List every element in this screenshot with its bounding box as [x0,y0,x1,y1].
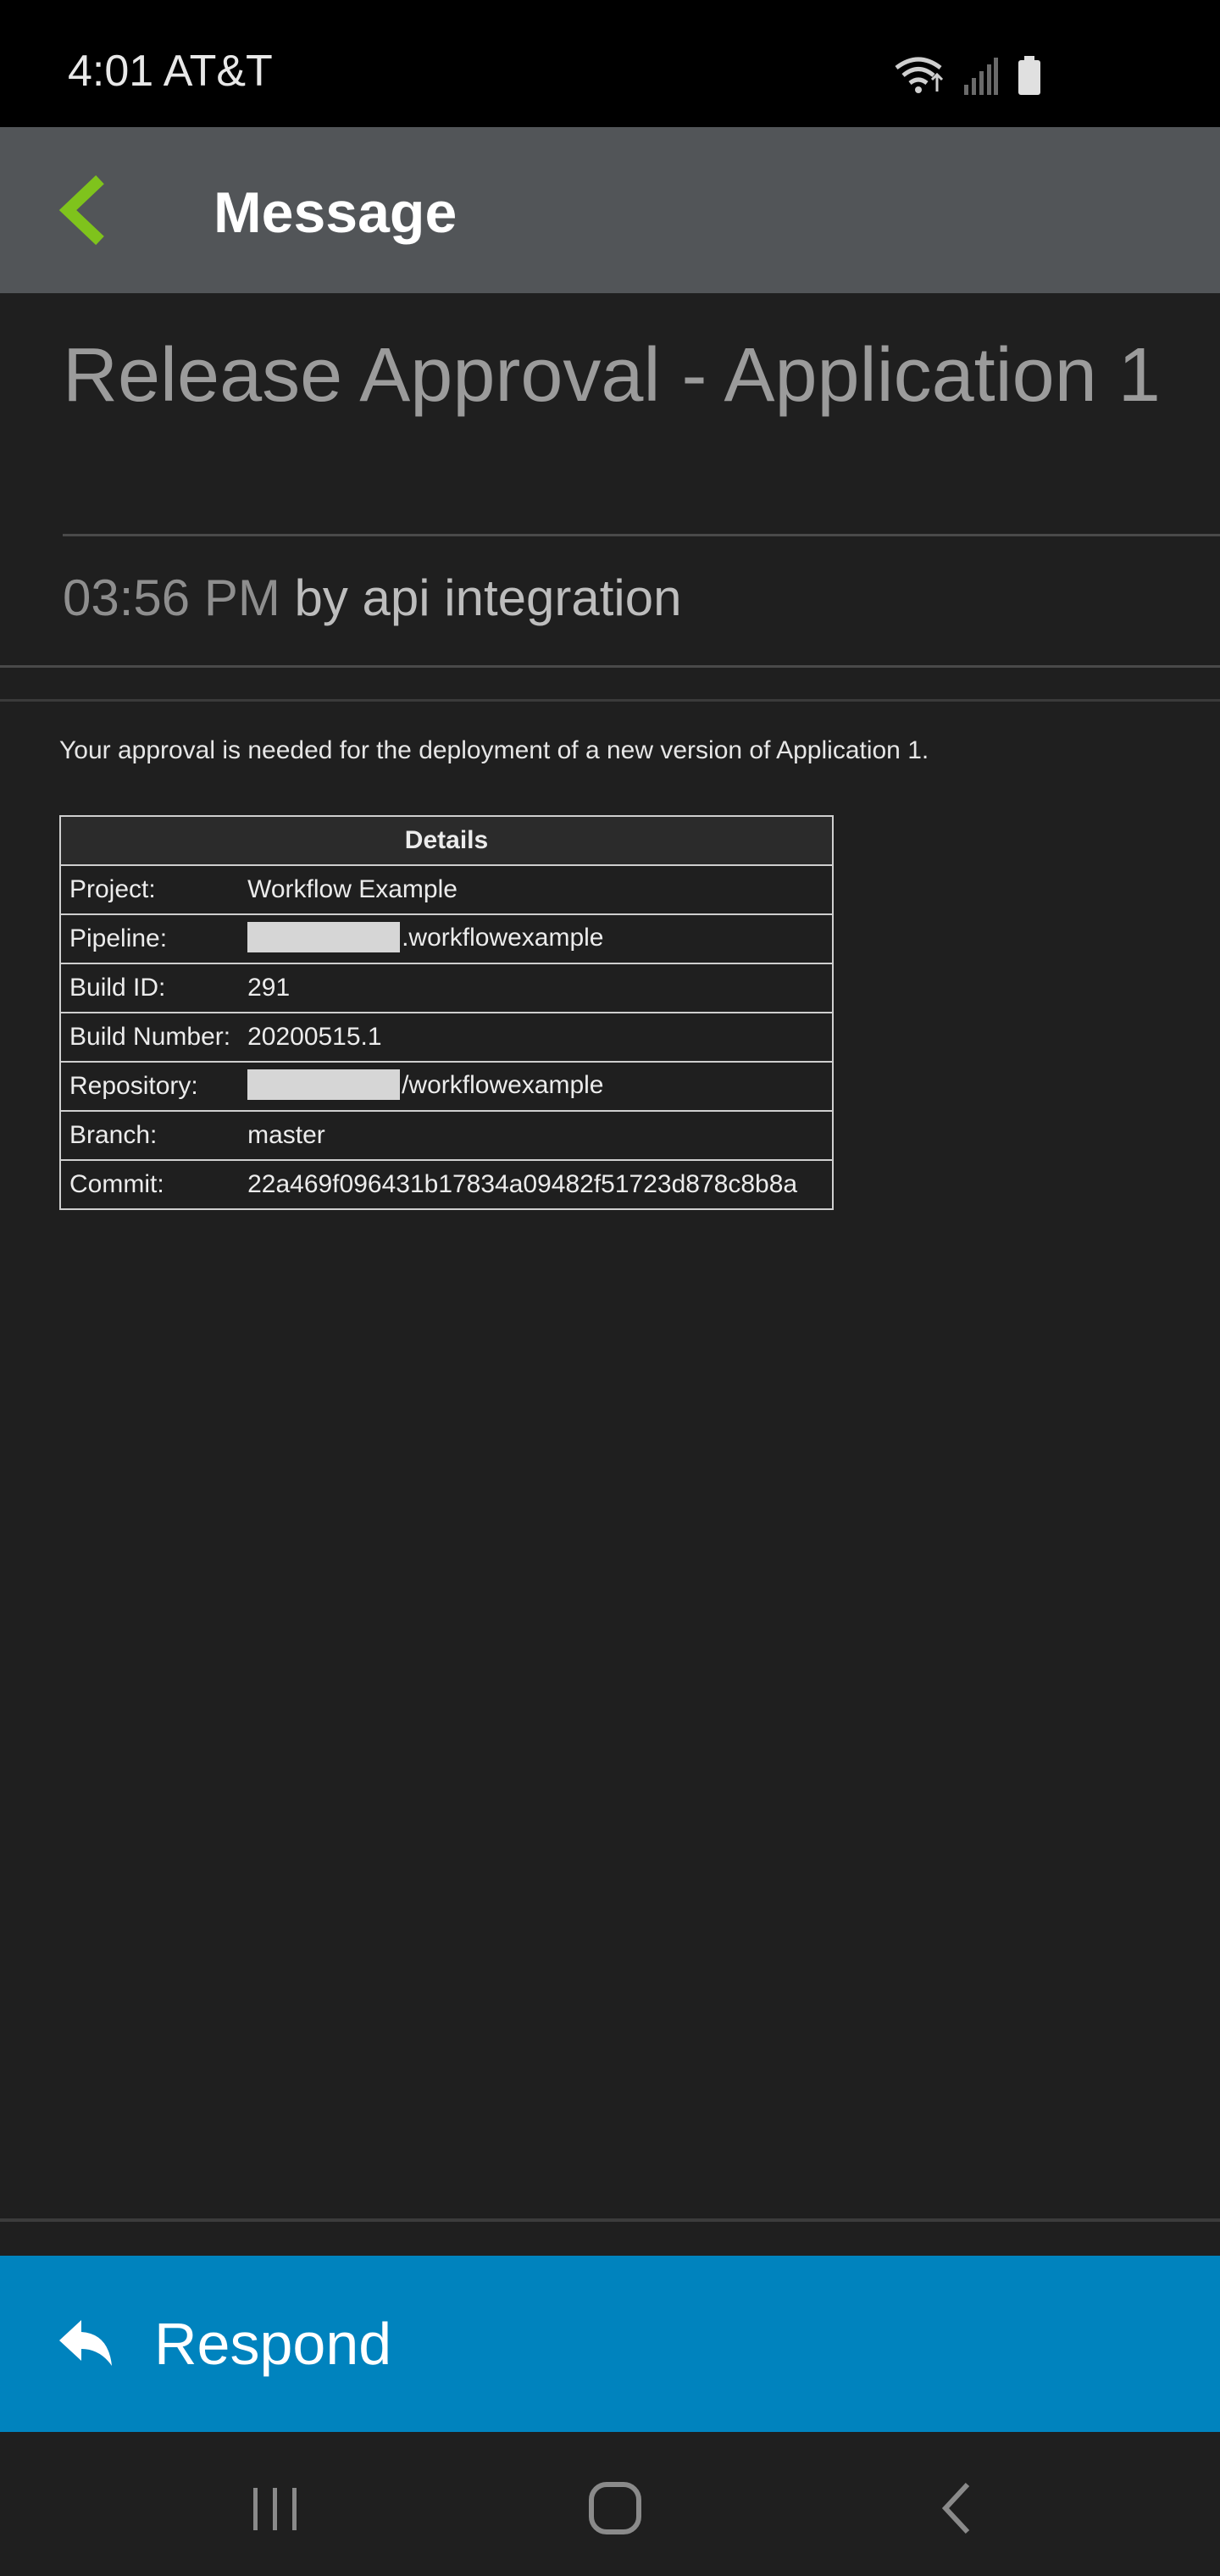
home-icon [589,2482,641,2534]
message-author: by api integration [294,569,682,626]
message-body: Your approval is needed for the deployme… [59,736,929,764]
row-value-commit: 22a469f096431b17834a09482f51723d878c8b8a [239,1159,834,1210]
back-icon [941,2482,970,2534]
row-value-repository: /workflowexample [402,1070,604,1099]
row-value-repository-cell: /workflowexample [239,1061,834,1112]
message-subject: Release Approval - Application 1 [63,333,1161,418]
respond-button[interactable]: Respond [0,2256,1220,2432]
divider [0,665,1220,668]
row-label-repository: Repository: [58,1061,240,1112]
reply-icon [59,2320,112,2366]
subject-divider [63,534,1220,536]
message-time: 03:56 PM [63,569,280,626]
row-label-project: Project: [58,864,240,915]
row-value-build-id: 291 [239,963,834,1013]
signal-icon [964,58,998,95]
chevron-left-icon [58,175,104,246]
table-row: Build ID: 291 [58,963,834,1013]
row-value-pipeline: .workflowexample [402,923,604,952]
details-heading: Details [59,815,834,866]
table-row: Branch: master [58,1110,834,1161]
respond-label: Respond [154,2311,392,2377]
row-value-project: Workflow Example [239,864,834,915]
system-back-button[interactable] [923,2474,991,2542]
home-button[interactable] [581,2474,649,2542]
row-label-branch: Branch: [58,1110,240,1161]
back-button[interactable] [51,171,127,247]
message-screen: 4:01 AT&T Message Release Approval - App… [0,0,1220,2576]
row-label-build-number: Build Number: [58,1012,240,1063]
row-label-build-id: Build ID: [58,963,240,1013]
redaction-box [247,1069,401,1101]
row-label-commit: Commit: [58,1159,240,1210]
row-value-branch: master [239,1110,834,1161]
table-row: Build Number: 20200515.1 [58,1012,834,1063]
wifi-icon [895,57,944,93]
status-bar: 4:01 AT&T [0,0,1220,127]
system-nav-bar [0,2432,1220,2576]
recent-apps-icon [253,2488,297,2530]
status-icons [895,53,1042,95]
table-row: Repository: /workflowexample [58,1061,834,1112]
table-row: Pipeline: .workflowexample [58,913,834,964]
row-value-build-number: 20200515.1 [239,1012,834,1063]
row-label-pipeline: Pipeline: [58,913,240,964]
recent-apps-button[interactable] [241,2474,309,2542]
divider [0,2218,1220,2222]
page-title: Message [214,180,458,245]
divider [0,699,1220,702]
app-header: Message [0,127,1220,293]
status-time-carrier: 4:01 AT&T [68,47,273,96]
row-value-pipeline-cell: .workflowexample [239,913,834,964]
details-table: Details Project: Workflow Example Pipeli… [58,815,834,1210]
battery-icon [1018,56,1040,95]
table-row: Commit: 22a469f096431b17834a09482f51723d… [58,1159,834,1210]
message-meta: 03:56 PM by api integration [63,568,681,629]
table-row: Project: Workflow Example [58,864,834,915]
redaction-box [247,922,401,953]
